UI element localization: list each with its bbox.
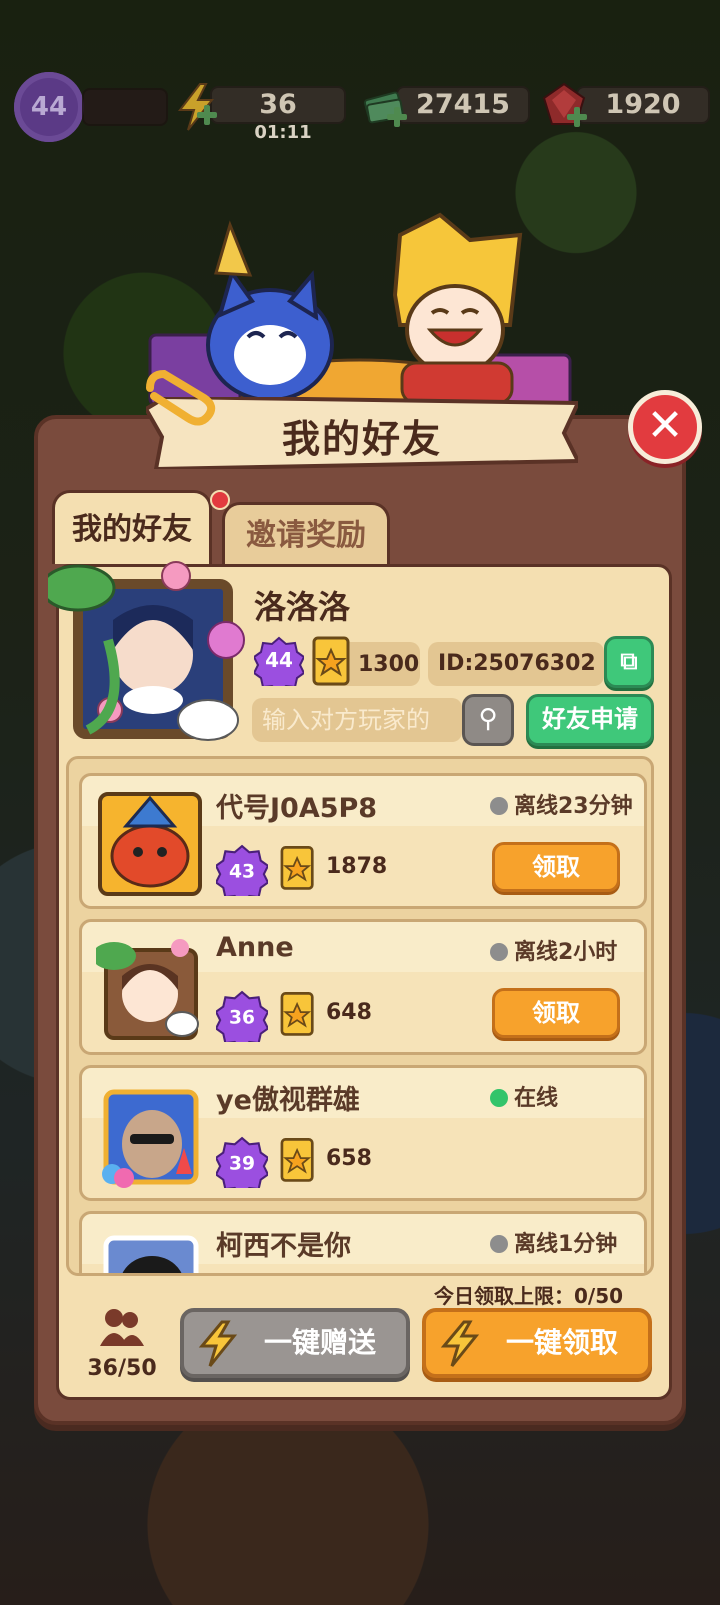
notification-dot	[210, 490, 230, 510]
friend-name: 柯西不是你	[216, 1231, 351, 1262]
level-progress-bar	[82, 84, 168, 128]
level-value: 43	[229, 861, 255, 882]
search-icon: ⚲	[478, 704, 498, 734]
friend-avatar[interactable]	[96, 1082, 204, 1190]
plus-icon	[197, 105, 217, 125]
friend-avatar[interactable]	[96, 790, 204, 898]
cash-value: 27415	[396, 86, 530, 124]
level-value: 39	[229, 1153, 255, 1174]
lightning-icon	[440, 1320, 480, 1367]
friend-score: 658	[326, 1146, 372, 1171]
gift-all-label: 一键赠送	[263, 1326, 376, 1359]
my-level-value: 44	[265, 648, 293, 672]
my-avatar-frame[interactable]	[48, 560, 248, 760]
level-badge: 36	[216, 990, 268, 1042]
gem-counter[interactable]: 1920	[540, 82, 712, 127]
offline-status-dot	[490, 1235, 508, 1253]
my-id-box: ID:25076302	[428, 642, 604, 686]
friend-name: ye傲视群雄	[216, 1085, 360, 1116]
friend-request-button[interactable]: 好友申请	[526, 694, 654, 746]
my-player-id: ID:25076302	[438, 651, 596, 676]
friend-row: ye傲视群雄 在线 39 658	[79, 1065, 647, 1201]
friends-list[interactable]: 代号J0A5P8 离线23分钟 43 1878 领取 Anne 离线2小时 36	[66, 756, 654, 1276]
plus-icon	[387, 107, 407, 127]
claim-button[interactable]: 领取	[492, 988, 620, 1038]
close-button[interactable]: ✕	[628, 390, 702, 464]
offline-status-dot	[490, 797, 508, 815]
friend-status: 离线2小时	[490, 934, 617, 966]
friend-row: 代号J0A5P8 离线23分钟 43 1878 领取	[79, 773, 647, 909]
claim-all-button[interactable]: 一键领取	[422, 1308, 652, 1378]
dialog-title: 我的好友	[281, 417, 442, 461]
friend-status: 离线1分钟	[490, 1226, 617, 1258]
lightning-icon	[198, 1320, 238, 1367]
level-value: 36	[229, 1007, 255, 1028]
level-badge: 43	[216, 844, 268, 896]
friend-avatar[interactable]	[96, 936, 204, 1044]
player-level-badge: 44	[14, 72, 84, 142]
gift-all-button[interactable]: 一键赠送	[180, 1308, 410, 1378]
star-scroll-icon	[280, 846, 314, 890]
daily-claim-limit: 今日领取上限：0/50	[434, 1284, 624, 1308]
my-score-value: 1300	[358, 652, 420, 677]
copy-icon: ⧉	[620, 647, 638, 675]
friend-status: 在线	[490, 1080, 558, 1112]
star-scroll-icon	[280, 992, 314, 1036]
level-badge: 39	[216, 1136, 268, 1188]
friend-row: 柯西不是你 离线1分钟	[79, 1211, 647, 1276]
offline-status-dot	[490, 943, 508, 961]
online-status-dot	[490, 1089, 508, 1107]
friend-score: 648	[326, 1000, 372, 1025]
my-player-name: 洛洛洛	[254, 588, 351, 626]
cash-counter[interactable]: 27415	[362, 82, 532, 127]
claim-all-label: 一键领取	[505, 1326, 618, 1359]
friend-score: 1878	[326, 854, 388, 879]
claim-button[interactable]: 领取	[492, 842, 620, 892]
star-scroll-icon	[312, 636, 350, 686]
friend-name: Anne	[216, 932, 294, 963]
player-search-input[interactable]	[252, 698, 462, 742]
friend-status: 离线23分钟	[490, 788, 633, 820]
plus-icon	[567, 107, 587, 127]
tab-invite-rewards[interactable]: 邀请奖励	[222, 502, 390, 564]
friends-icon	[100, 1309, 144, 1346]
energy-counter[interactable]: 36	[172, 82, 350, 131]
gem-value: 1920	[576, 86, 710, 124]
tab-my-friends[interactable]: 我的好友	[52, 490, 212, 564]
star-scroll-icon	[280, 1138, 314, 1182]
friend-avatar[interactable]	[96, 1228, 204, 1276]
friend-name: 代号J0A5P8	[216, 793, 378, 824]
friend-row: Anne 离线2小时 36 648 领取	[79, 919, 647, 1055]
friend-count: 36/50	[87, 1356, 157, 1381]
energy-timer: 01:11	[254, 122, 312, 143]
search-button[interactable]: ⚲	[462, 694, 514, 746]
close-icon: ✕	[646, 400, 684, 451]
copy-id-button[interactable]: ⧉	[604, 636, 654, 688]
energy-value: 36	[210, 86, 346, 124]
